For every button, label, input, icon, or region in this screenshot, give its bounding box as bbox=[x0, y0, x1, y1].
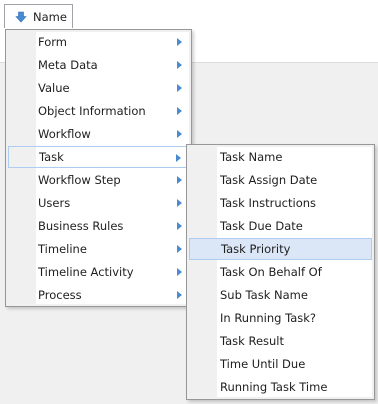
menu-item-label: Timeline bbox=[38, 242, 87, 256]
submenu-arrow-icon bbox=[177, 38, 182, 46]
menu-item-workflow[interactable]: Workflow bbox=[8, 123, 189, 145]
submenu-item-task-result[interactable]: Task Result bbox=[189, 330, 372, 352]
submenu-item-label: Task Result bbox=[220, 334, 285, 348]
menu-item-timeline-activity[interactable]: Timeline Activity bbox=[8, 261, 189, 283]
menu-item-label: Form bbox=[38, 35, 67, 49]
menu-item-label: Users bbox=[38, 196, 71, 210]
menu-item-form[interactable]: Form bbox=[8, 31, 189, 53]
sort-down-arrow-icon bbox=[15, 11, 27, 22]
submenu-item-label: In Running Task? bbox=[220, 311, 317, 325]
menu-item-label: Task bbox=[39, 150, 64, 164]
column-header-label: Name bbox=[33, 9, 67, 24]
menu-item-meta-data[interactable]: Meta Data bbox=[8, 54, 189, 76]
submenu-item-label: Running Task Time bbox=[220, 380, 328, 394]
menu-item-label: Business Rules bbox=[38, 219, 124, 233]
menu-item-label: Process bbox=[38, 288, 82, 302]
submenu-item-task-assign-date[interactable]: Task Assign Date bbox=[189, 169, 372, 191]
submenu-item-task-instructions[interactable]: Task Instructions bbox=[189, 192, 372, 214]
submenu-arrow-icon bbox=[177, 222, 182, 230]
task-submenu: Task Name Task Assign Date Task Instructio… bbox=[186, 144, 375, 400]
context-menu: Form Meta Data Value Object Information Work… bbox=[5, 29, 192, 307]
submenu-item-task-on-behalf-of[interactable]: Task On Behalf Of bbox=[189, 261, 372, 283]
menu-item-label: Workflow Step bbox=[38, 173, 121, 187]
menu-item-label: Meta Data bbox=[38, 58, 98, 72]
submenu-arrow-icon bbox=[177, 176, 182, 184]
submenu-item-label: Sub Task Name bbox=[220, 288, 308, 302]
submenu-item-task-priority[interactable]: Task Priority bbox=[189, 238, 372, 260]
submenu-item-label: Task Assign Date bbox=[220, 173, 318, 187]
submenu-arrow-icon bbox=[177, 84, 182, 92]
submenu-item-running-task-time[interactable]: Running Task Time bbox=[189, 376, 372, 398]
menu-item-label: Value bbox=[38, 81, 70, 95]
submenu-item-task-name[interactable]: Task Name bbox=[189, 146, 372, 168]
submenu-arrow-icon bbox=[177, 245, 182, 253]
name-column-header[interactable]: Name bbox=[4, 4, 73, 28]
submenu-arrow-icon bbox=[177, 291, 182, 299]
submenu-item-label: Task On Behalf Of bbox=[220, 265, 322, 279]
submenu-arrow-icon bbox=[177, 107, 182, 115]
submenu-item-task-due-date[interactable]: Task Due Date bbox=[189, 215, 372, 237]
submenu-arrow-icon bbox=[177, 61, 182, 69]
submenu-arrow-icon bbox=[177, 199, 182, 207]
submenu-item-label: Time Until Due bbox=[220, 357, 306, 371]
menu-item-object-information[interactable]: Object Information bbox=[8, 100, 189, 122]
menu-item-value[interactable]: Value bbox=[8, 77, 189, 99]
submenu-arrow-icon bbox=[176, 154, 181, 162]
menu-item-label: Timeline Activity bbox=[38, 265, 134, 279]
menu-item-workflow-step[interactable]: Workflow Step bbox=[8, 169, 189, 191]
submenu-arrow-icon bbox=[177, 268, 182, 276]
menu-item-timeline[interactable]: Timeline bbox=[8, 238, 189, 260]
menu-item-label: Object Information bbox=[38, 104, 146, 118]
menu-item-task[interactable]: Task bbox=[8, 146, 189, 168]
menu-item-process[interactable]: Process bbox=[8, 284, 189, 306]
menu-item-users[interactable]: Users bbox=[8, 192, 189, 214]
submenu-item-label: Task Priority bbox=[221, 242, 291, 256]
submenu-item-label: Task Due Date bbox=[220, 219, 303, 233]
submenu-arrow-icon bbox=[177, 130, 182, 138]
menu-item-label: Workflow bbox=[38, 127, 91, 141]
submenu-item-time-until-due[interactable]: Time Until Due bbox=[189, 353, 372, 375]
submenu-item-label: Task Instructions bbox=[220, 196, 317, 210]
submenu-item-in-running-task[interactable]: In Running Task? bbox=[189, 307, 372, 329]
submenu-item-label: Task Name bbox=[220, 150, 283, 164]
submenu-item-sub-task-name[interactable]: Sub Task Name bbox=[189, 284, 372, 306]
menu-item-business-rules[interactable]: Business Rules bbox=[8, 215, 189, 237]
